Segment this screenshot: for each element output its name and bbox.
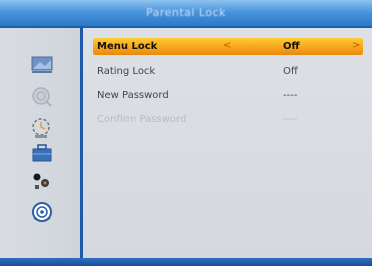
toolbox-icon[interactable] xyxy=(30,142,54,164)
arrow-right-icon[interactable]: > xyxy=(352,40,360,51)
new-password-value: ---- xyxy=(283,90,298,101)
search-icon[interactable] xyxy=(30,86,54,108)
menu-item-rating-lock[interactable]: Rating Lock Off xyxy=(93,63,363,80)
system-icon[interactable] xyxy=(30,170,54,192)
page-title: Parental Lock xyxy=(145,6,227,19)
menu-lock-label: Menu Lock xyxy=(97,41,158,52)
confirm-password-value: ---- xyxy=(283,114,298,125)
arrow-left-icon[interactable]: < xyxy=(223,40,231,51)
new-password-label: New Password xyxy=(97,90,169,101)
menu-item-confirm-password[interactable]: Confirm Password ---- xyxy=(93,111,363,128)
confirm-password-label: Confirm Password xyxy=(97,114,187,125)
parental-lock-screen: Parental Lock Menu Lock < Off > Rating L… xyxy=(0,0,372,266)
title-bar: Parental Lock xyxy=(0,0,372,28)
rating-lock-value: Off xyxy=(283,66,298,77)
menu-lock-value: Off xyxy=(283,41,300,52)
rating-lock-label: Rating Lock xyxy=(97,66,156,77)
media-icon[interactable] xyxy=(30,200,54,222)
time-icon[interactable] xyxy=(30,116,54,138)
picture-icon[interactable] xyxy=(30,54,54,76)
bottom-bar xyxy=(0,258,372,266)
menu-item-new-password[interactable]: New Password ---- xyxy=(93,87,363,104)
menu-item-menu-lock[interactable]: Menu Lock < Off > xyxy=(93,38,363,55)
